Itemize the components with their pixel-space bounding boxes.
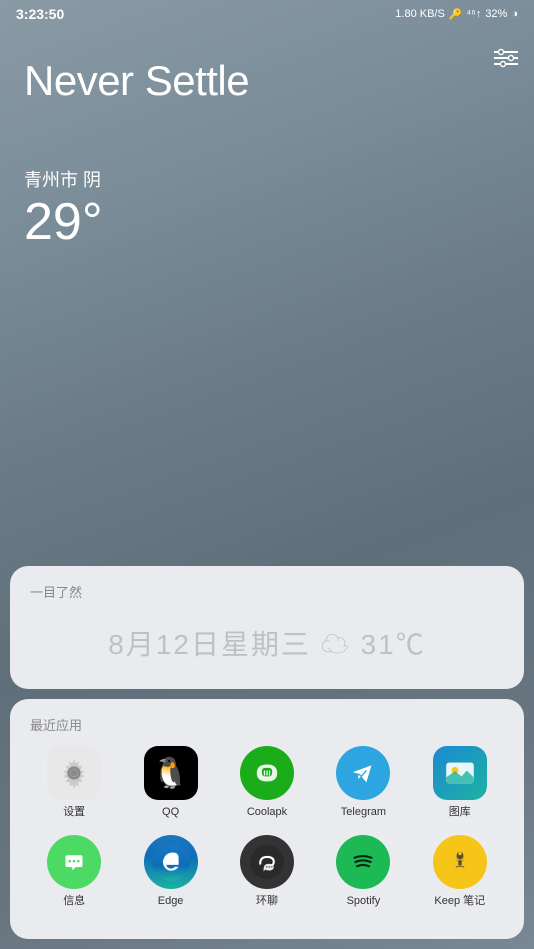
app-qq[interactable]: 🐧 QQ xyxy=(126,746,214,819)
status-bar: 3:23:50 1.80 KB/S 🔑 ⁴⁶↑ 32% ◑ xyxy=(0,0,534,26)
yimu-text: 8月12日星期三 ☁ 31℃ xyxy=(108,623,425,663)
app-message[interactable]: 信息 xyxy=(30,835,118,908)
app-telegram[interactable]: Telegram xyxy=(319,746,407,819)
weather-info: 青州市 阴 29° xyxy=(24,166,510,248)
signal-icon: ⁴⁶↑ xyxy=(467,8,482,20)
weather-temperature: 29° xyxy=(24,196,510,248)
app-coolapk-label: Coolapk xyxy=(247,806,287,819)
app-edge-label: Edge xyxy=(158,895,184,908)
tagline: Never Settle xyxy=(24,56,510,106)
app-huanliao[interactable]: 环聊 xyxy=(223,835,311,908)
recent-apps-label: 最近应用 xyxy=(30,715,504,734)
yimu-label: 一目了然 xyxy=(30,582,504,601)
key-icon: 🔑 xyxy=(449,8,463,21)
app-edge[interactable]: Edge xyxy=(126,835,214,908)
cards-container: 一目了然 8月12日星期三 ☁ 31℃ 最近应用 设置 xyxy=(0,566,534,949)
yimu-content: 8月12日星期三 ☁ 31℃ xyxy=(30,613,504,673)
app-gallery-label: 图库 xyxy=(449,806,471,819)
yimu-card: 一目了然 8月12日星期三 ☁ 31℃ xyxy=(10,566,524,689)
recent-apps-card: 最近应用 设置 🐧 QQ xyxy=(10,699,524,939)
status-icons: 1.80 KB/S 🔑 ⁴⁶↑ 32% ◑ xyxy=(395,8,518,21)
battery-icon: ◑ xyxy=(511,8,518,20)
app-spotify-label: Spotify xyxy=(347,895,381,908)
app-qq-label: QQ xyxy=(162,806,179,819)
app-telegram-label: Telegram xyxy=(341,806,386,819)
main-content: Never Settle 青州市 阴 29° xyxy=(0,26,534,248)
filter-icon[interactable] xyxy=(494,48,518,74)
apps-grid: 设置 🐧 QQ Coolapk xyxy=(30,746,504,908)
app-settings[interactable]: 设置 xyxy=(30,746,118,819)
app-spotify[interactable]: Spotify xyxy=(319,835,407,908)
battery-text: 32% xyxy=(485,8,507,20)
app-keep-label: Keep 笔记 xyxy=(434,895,485,908)
app-gallery[interactable]: 图库 xyxy=(416,746,504,819)
app-huanliao-label: 环聊 xyxy=(256,895,278,908)
app-keep[interactable]: Keep 笔记 xyxy=(416,835,504,908)
app-message-label: 信息 xyxy=(63,895,85,908)
app-settings-label: 设置 xyxy=(63,806,85,819)
network-speed: 1.80 KB/S xyxy=(395,8,445,20)
status-time: 3:23:50 xyxy=(16,6,64,22)
qq-icon: 🐧 xyxy=(152,756,189,791)
app-coolapk[interactable]: Coolapk xyxy=(223,746,311,819)
weather-location: 青州市 阴 xyxy=(24,166,510,192)
